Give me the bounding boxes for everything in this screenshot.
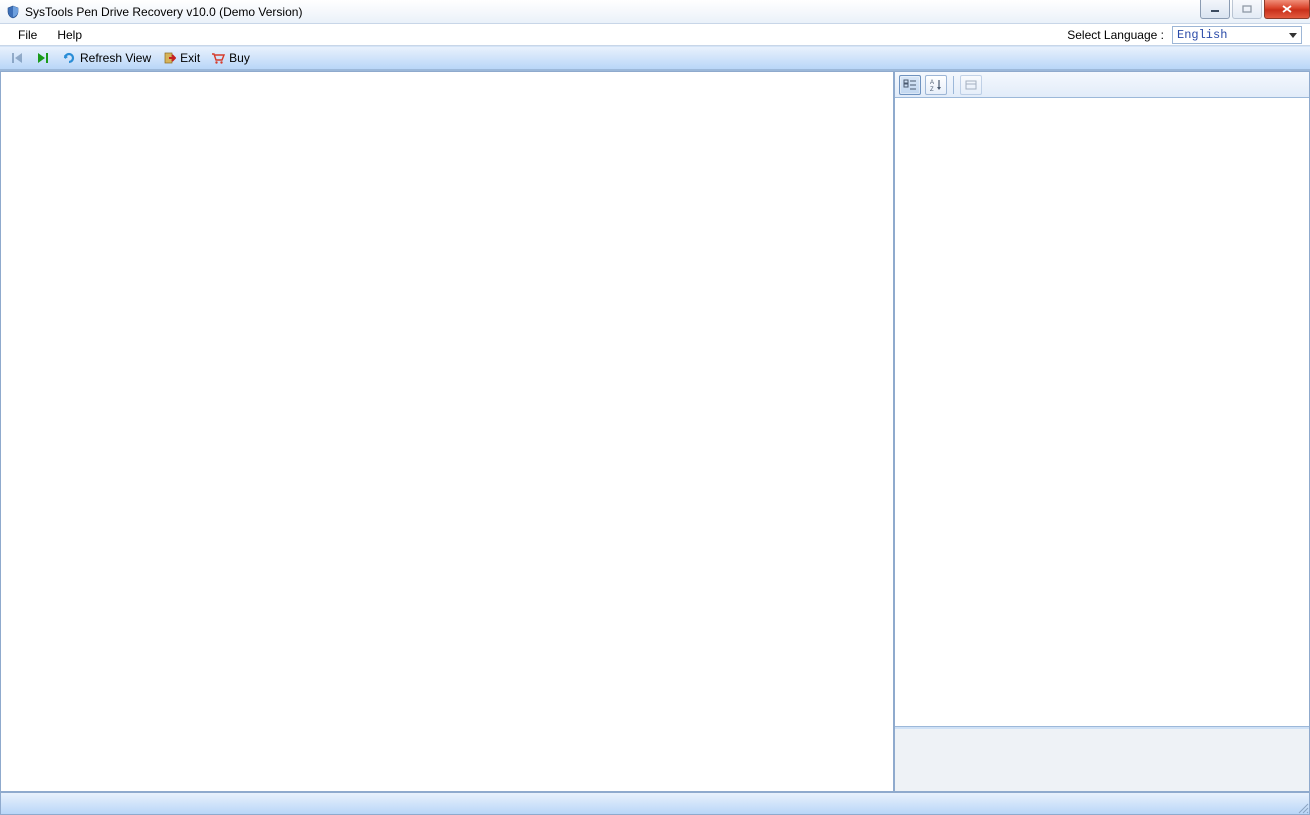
main-area: A Z [0, 70, 1310, 792]
refresh-label: Refresh View [80, 51, 151, 65]
skip-forward-icon [35, 50, 51, 66]
toolbar: Refresh View Exit Buy [0, 46, 1310, 70]
categorized-icon [903, 79, 917, 91]
exit-label: Exit [180, 51, 200, 65]
left-pane [0, 71, 894, 792]
menubar: File Help Select Language : English [0, 24, 1310, 46]
titlebar: SysTools Pen Drive Recovery v10.0 (Demo … [0, 0, 1310, 24]
skip-back-icon [9, 50, 25, 66]
svg-text:A: A [930, 80, 934, 86]
maximize-button[interactable] [1232, 0, 1262, 19]
close-button[interactable] [1264, 0, 1310, 19]
buy-button[interactable]: Buy [207, 49, 253, 67]
svg-text:Z: Z [930, 87, 934, 92]
minimize-button[interactable] [1200, 0, 1230, 19]
properties-toolbar: A Z [895, 72, 1309, 98]
refresh-icon [61, 50, 77, 66]
cart-icon [210, 50, 226, 66]
toolbar-separator [953, 76, 954, 94]
refresh-button[interactable]: Refresh View [58, 49, 154, 67]
exit-icon [161, 50, 177, 66]
alphabetical-view-button[interactable]: A Z [925, 75, 947, 95]
properties-body [895, 98, 1309, 727]
property-pages-button [960, 75, 982, 95]
statusbar [0, 792, 1310, 815]
language-value: English [1177, 28, 1227, 42]
menu-file[interactable]: File [8, 26, 47, 44]
language-label: Select Language : [1067, 28, 1164, 42]
nav-forward-button[interactable] [32, 49, 54, 67]
exit-button[interactable]: Exit [158, 49, 203, 67]
pages-icon [964, 79, 978, 91]
menu-help[interactable]: Help [47, 26, 92, 44]
categorized-view-button[interactable] [899, 75, 921, 95]
nav-back-button[interactable] [6, 49, 28, 67]
app-icon [5, 4, 21, 20]
buy-label: Buy [229, 51, 250, 65]
properties-description [895, 727, 1309, 791]
window-title: SysTools Pen Drive Recovery v10.0 (Demo … [25, 5, 302, 19]
language-select[interactable]: English [1172, 26, 1302, 44]
sort-az-icon: A Z [929, 78, 943, 92]
right-pane: A Z [894, 71, 1310, 792]
window-controls [1200, 0, 1310, 20]
